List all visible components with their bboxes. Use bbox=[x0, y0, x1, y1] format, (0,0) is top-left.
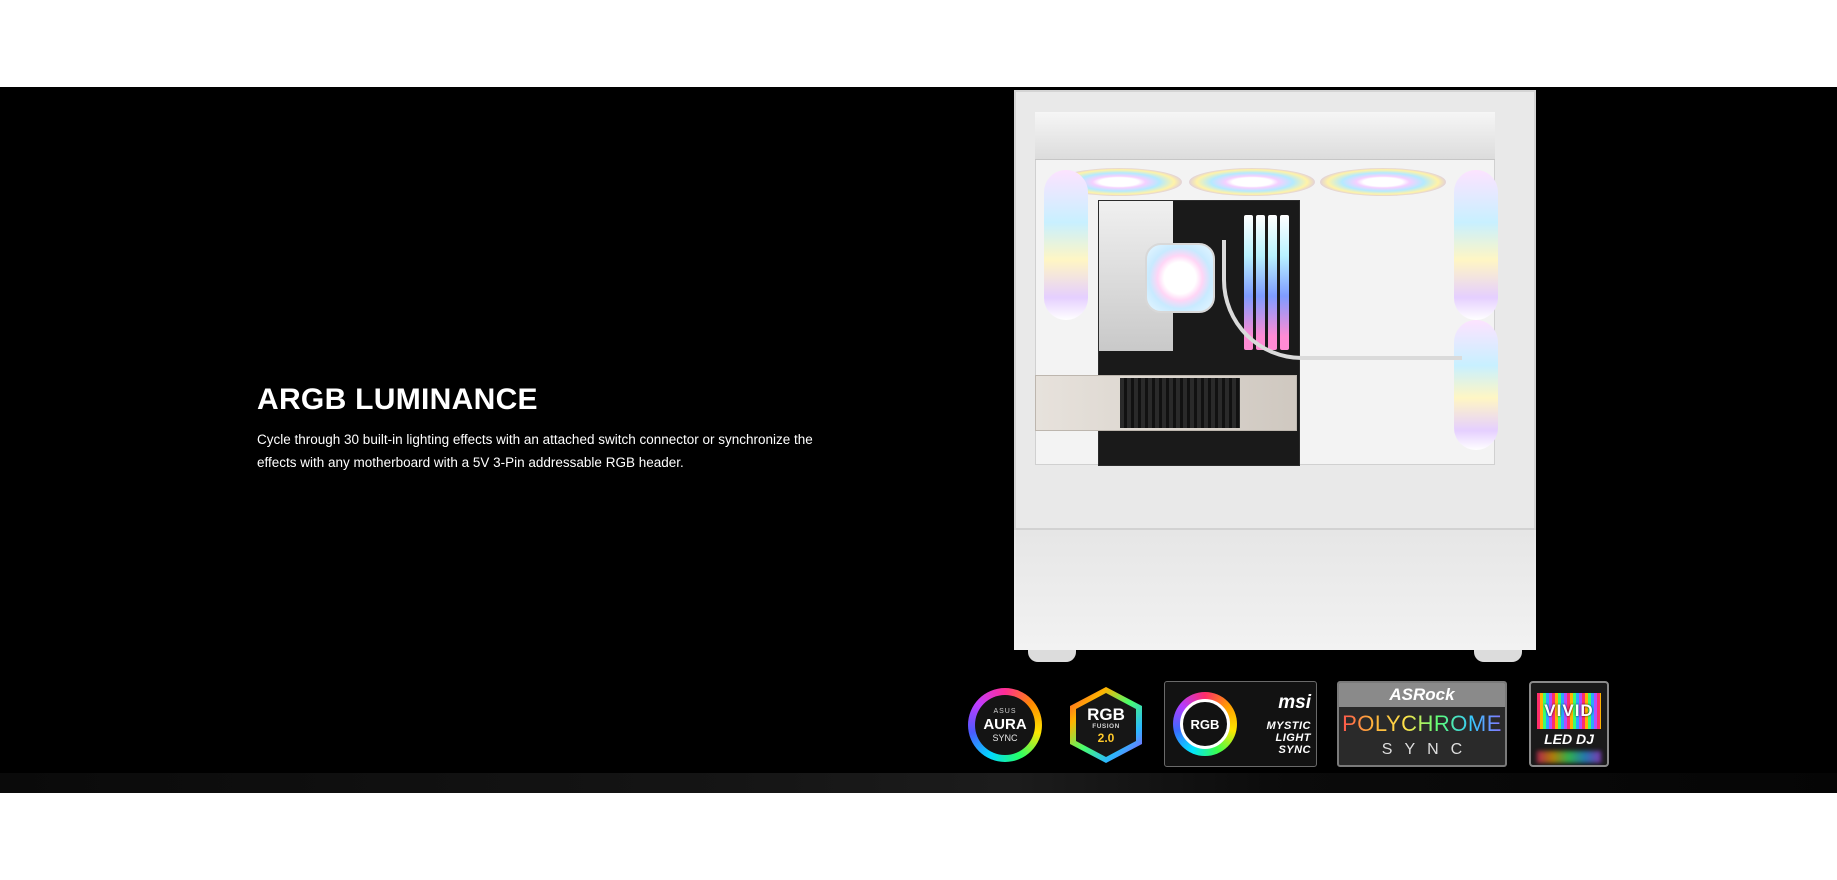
msi-mystic-light-text: MYSTIC LIGHT SYNC bbox=[1245, 720, 1311, 756]
asus-aura-sync-logo: ASUS AURA SYNC bbox=[968, 688, 1042, 762]
fusion-rgb-text: RGB bbox=[1087, 705, 1125, 725]
side-fan-left bbox=[1044, 170, 1088, 320]
polychrome-text: POLYCHROME bbox=[1339, 711, 1505, 737]
fusion-word-text: FUSION bbox=[1092, 723, 1120, 731]
msi-line-1: MYSTIC bbox=[1266, 720, 1311, 732]
biostar-vivid-led-dj-logo: VIVID LED DJ bbox=[1529, 681, 1609, 767]
msi-brand-text: msi bbox=[1278, 692, 1311, 713]
asus-brand-text: ASUS bbox=[993, 707, 1017, 715]
graphics-card-heatsink bbox=[1120, 378, 1240, 428]
asrock-brand-text: ASRock bbox=[1339, 683, 1505, 707]
aio-pump-block bbox=[1145, 243, 1215, 313]
aura-logo-inner: ASUS AURA SYNC bbox=[975, 695, 1035, 755]
psu-shroud bbox=[1014, 528, 1536, 650]
product-image-pc-case bbox=[1014, 90, 1536, 662]
vivid-rainbow-panel: VIVID bbox=[1537, 693, 1601, 729]
feature-description: Cycle through 30 built-in lighting effec… bbox=[257, 432, 813, 470]
vivid-text: VIVID bbox=[1544, 701, 1594, 720]
case-foot-right bbox=[1474, 650, 1522, 662]
msi-rgb-ring-icon: RGB bbox=[1173, 692, 1237, 756]
cooler-tubes bbox=[1222, 240, 1462, 360]
msi-mystic-light-sync-logo: RGB msi MYSTIC LIGHT SYNC bbox=[1164, 681, 1317, 767]
top-fan-3 bbox=[1320, 168, 1446, 196]
page: ARGB LUMINANCE Cycle through 30 built-in… bbox=[0, 0, 1837, 880]
msi-ring-label: RGB bbox=[1180, 699, 1230, 749]
case-foot-left bbox=[1028, 650, 1076, 662]
fusion-version-text: 2.0 bbox=[1097, 730, 1115, 745]
feature-title: ARGB LUMINANCE bbox=[257, 383, 538, 416]
fusion-logo-inner: RGB FUSION 2.0 bbox=[1076, 693, 1136, 757]
polychrome-sync-text: SYNC bbox=[1381, 741, 1475, 758]
banner-floor-reflection bbox=[0, 773, 1837, 793]
msi-line-2: LIGHT bbox=[1275, 732, 1311, 744]
msi-line-3: SYNC bbox=[1278, 744, 1311, 756]
aura-sync-text: SYNC bbox=[992, 732, 1018, 743]
aura-text: AURA bbox=[983, 715, 1027, 733]
vivid-glow-bar bbox=[1537, 751, 1601, 763]
top-fan-2 bbox=[1189, 168, 1315, 196]
asrock-polychrome-sync-logo: ASRock POLYCHROME SYNC bbox=[1337, 681, 1507, 767]
case-top-rail bbox=[1035, 112, 1495, 160]
led-dj-text: LED DJ bbox=[1544, 731, 1594, 747]
